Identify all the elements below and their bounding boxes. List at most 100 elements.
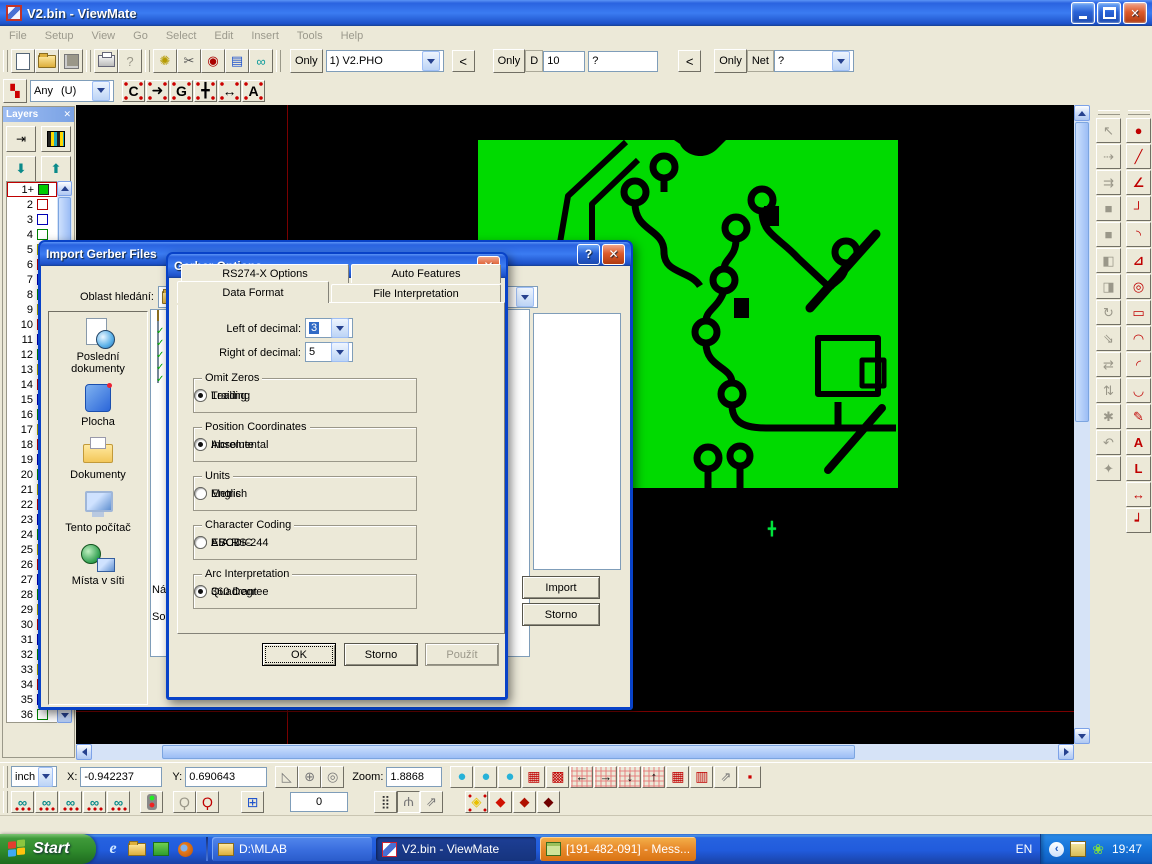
tool-film-icon[interactable]: ✂ xyxy=(177,49,201,73)
only-dcode-button[interactable]: Only xyxy=(493,49,526,73)
right-decimal-select[interactable]: 5 xyxy=(305,342,353,362)
flash-halo-icon[interactable]: ◈ xyxy=(465,791,488,813)
prev-dcode-button[interactable]: < xyxy=(678,50,701,72)
zoom-in-tool-icon[interactable]: ● xyxy=(450,766,473,788)
scroll-down-button[interactable] xyxy=(1074,728,1090,744)
polyline-tool-icon[interactable]: ∠ xyxy=(1126,170,1151,195)
toolbar-grip[interactable] xyxy=(86,50,91,72)
selection-mode-button[interactable]: ▚ xyxy=(3,79,27,103)
import-cancel-button[interactable]: Storno xyxy=(522,603,600,626)
print-button[interactable] xyxy=(94,49,118,73)
triangle-tool-icon[interactable]: ⊿ xyxy=(1126,248,1151,273)
open-file-button[interactable] xyxy=(35,49,59,73)
flash-tool-icon[interactable]: ● xyxy=(1126,118,1151,143)
grid-display-icon[interactable]: ▦ xyxy=(522,766,545,788)
radio-icon[interactable] xyxy=(194,536,207,549)
pan-up-icon[interactable]: ↑ xyxy=(642,766,665,788)
stretch-button[interactable]: ⇗ xyxy=(420,791,443,813)
glasses-ruler-icon[interactable]: ∞ xyxy=(249,49,273,73)
move-one-tool-icon[interactable]: ⇢ xyxy=(1096,144,1121,169)
dcode-film-icon[interactable]: ◉ xyxy=(201,49,225,73)
gerber-cancel-button[interactable]: Storno xyxy=(344,643,418,666)
layer-up-button[interactable]: ⬆ xyxy=(41,156,71,182)
layer-row[interactable]: 1+ xyxy=(7,182,57,197)
arc-tool-icon[interactable]: ◠ xyxy=(1126,326,1151,351)
layers-scroll-down[interactable] xyxy=(57,708,72,723)
dcode-a-icon[interactable]: A xyxy=(242,80,265,102)
locate-tool-icon[interactable]: ◎ xyxy=(321,766,344,788)
palette-grip[interactable] xyxy=(1128,110,1150,115)
rectangle-tool-icon[interactable]: ▭ xyxy=(1126,300,1151,325)
zoom-dcode-tool-icon[interactable]: ● xyxy=(498,766,521,788)
flash-view-icon[interactable]: ✺ xyxy=(153,49,177,73)
only-net-button[interactable]: Only xyxy=(714,49,747,73)
grid-snap-icon[interactable]: ▩ xyxy=(546,766,569,788)
view-mode-1-icon[interactable]: ∞ xyxy=(11,791,34,813)
menu-item[interactable]: File xyxy=(0,28,36,44)
menu-item[interactable]: Insert xyxy=(242,28,288,44)
layer-color-swatch[interactable] xyxy=(38,184,49,195)
fill-box2-tool-icon[interactable]: ■ xyxy=(1096,222,1121,247)
scroll-left-button[interactable] xyxy=(76,744,92,760)
dcode-arrow-icon[interactable]: ➜ xyxy=(146,80,169,102)
layers-scroll-thumb[interactable] xyxy=(58,197,71,245)
radio-option[interactable]: Metric xyxy=(194,487,241,500)
corner2-tool-icon[interactable]: ┙ xyxy=(1126,508,1151,533)
dimension-tool-icon[interactable]: ↔ xyxy=(1126,482,1151,507)
firefox-icon[interactable] xyxy=(176,840,194,858)
arc2-tool-icon[interactable]: ◡ xyxy=(1126,378,1151,403)
curve-tool-icon[interactable]: ◜ xyxy=(1126,352,1151,377)
place-network[interactable]: Místa v síti xyxy=(51,542,145,587)
view-mode-3-icon[interactable]: ∞ xyxy=(59,791,82,813)
dcode-h-icon[interactable]: ↔ xyxy=(218,80,241,102)
radio-icon[interactable] xyxy=(194,438,207,451)
line-tool-icon[interactable]: ╱ xyxy=(1126,144,1151,169)
dropdown-arrow-icon[interactable] xyxy=(422,51,440,71)
scroll-up-button[interactable] xyxy=(1074,105,1090,121)
layer-color-swatch[interactable] xyxy=(37,214,48,225)
settings-tool-icon[interactable]: ✱ xyxy=(1096,404,1121,429)
layer-color-swatch[interactable] xyxy=(37,709,48,720)
canvas-hscrollbar[interactable] xyxy=(76,744,1074,760)
menu-item[interactable]: Setup xyxy=(36,28,83,44)
toolbar-grip[interactable] xyxy=(3,766,8,788)
layer-down-button[interactable]: ⬇ xyxy=(6,156,36,182)
sketch-tool-icon[interactable]: ✎ xyxy=(1126,404,1151,429)
corner-tool-icon[interactable]: ┘ xyxy=(1126,196,1151,221)
pad-dark-icon[interactable]: ◆ xyxy=(537,791,560,813)
menu-item[interactable]: View xyxy=(82,28,124,44)
offset-grid-icon[interactable]: ▥ xyxy=(690,766,713,788)
move-many-tool-icon[interactable]: ⇉ xyxy=(1096,170,1121,195)
text-tool-icon[interactable]: A xyxy=(1126,430,1151,455)
layer-row[interactable]: 3 xyxy=(7,212,57,227)
zoom-window-tool-icon[interactable]: ● xyxy=(474,766,497,788)
dropdown-arrow-icon[interactable] xyxy=(92,81,110,101)
import-button[interactable]: Import xyxy=(522,576,600,599)
hscroll-thumb[interactable] xyxy=(162,745,855,759)
tray-clipboard-icon[interactable] xyxy=(1070,841,1086,857)
place-computer[interactable]: Tento počítač xyxy=(51,489,145,534)
scale-tool-icon[interactable]: ⇘ xyxy=(1096,326,1121,351)
layer-jump-button[interactable]: ⇥ xyxy=(6,126,36,152)
prev-layer-button[interactable]: < xyxy=(452,50,475,72)
ratio-tool-icon[interactable]: ◺ xyxy=(275,766,298,788)
view-mode-5-icon[interactable]: ∞ xyxy=(107,791,130,813)
pointer-tool-icon[interactable]: ↖ xyxy=(1096,118,1121,143)
anchor-button[interactable]: Ψ xyxy=(397,791,420,813)
pad-red-icon[interactable]: ◆ xyxy=(489,791,512,813)
layers-scroll-up[interactable] xyxy=(57,181,72,196)
select-mode-combo[interactable]: Any (U) xyxy=(30,80,114,102)
radio-icon[interactable] xyxy=(194,487,207,500)
tab-auto-features[interactable]: Auto Features xyxy=(351,264,501,283)
pan-down-icon[interactable]: ↓ xyxy=(618,766,641,788)
place-recent-documents[interactable]: Poslední dokumenty xyxy=(51,318,145,375)
dcode-g-icon[interactable]: G xyxy=(170,80,193,102)
dcode-query-input[interactable]: ? xyxy=(588,51,658,72)
menu-item[interactable]: Go xyxy=(124,28,157,44)
mirror-h-tool-icon[interactable]: ◧ xyxy=(1096,248,1121,273)
zoom-value[interactable]: 1.8868 xyxy=(386,767,442,787)
menu-item[interactable]: Help xyxy=(332,28,373,44)
pan-right-icon[interactable]: → xyxy=(594,766,617,788)
toolbar-grip[interactable] xyxy=(276,50,281,72)
minimize-button[interactable] xyxy=(1071,2,1095,24)
